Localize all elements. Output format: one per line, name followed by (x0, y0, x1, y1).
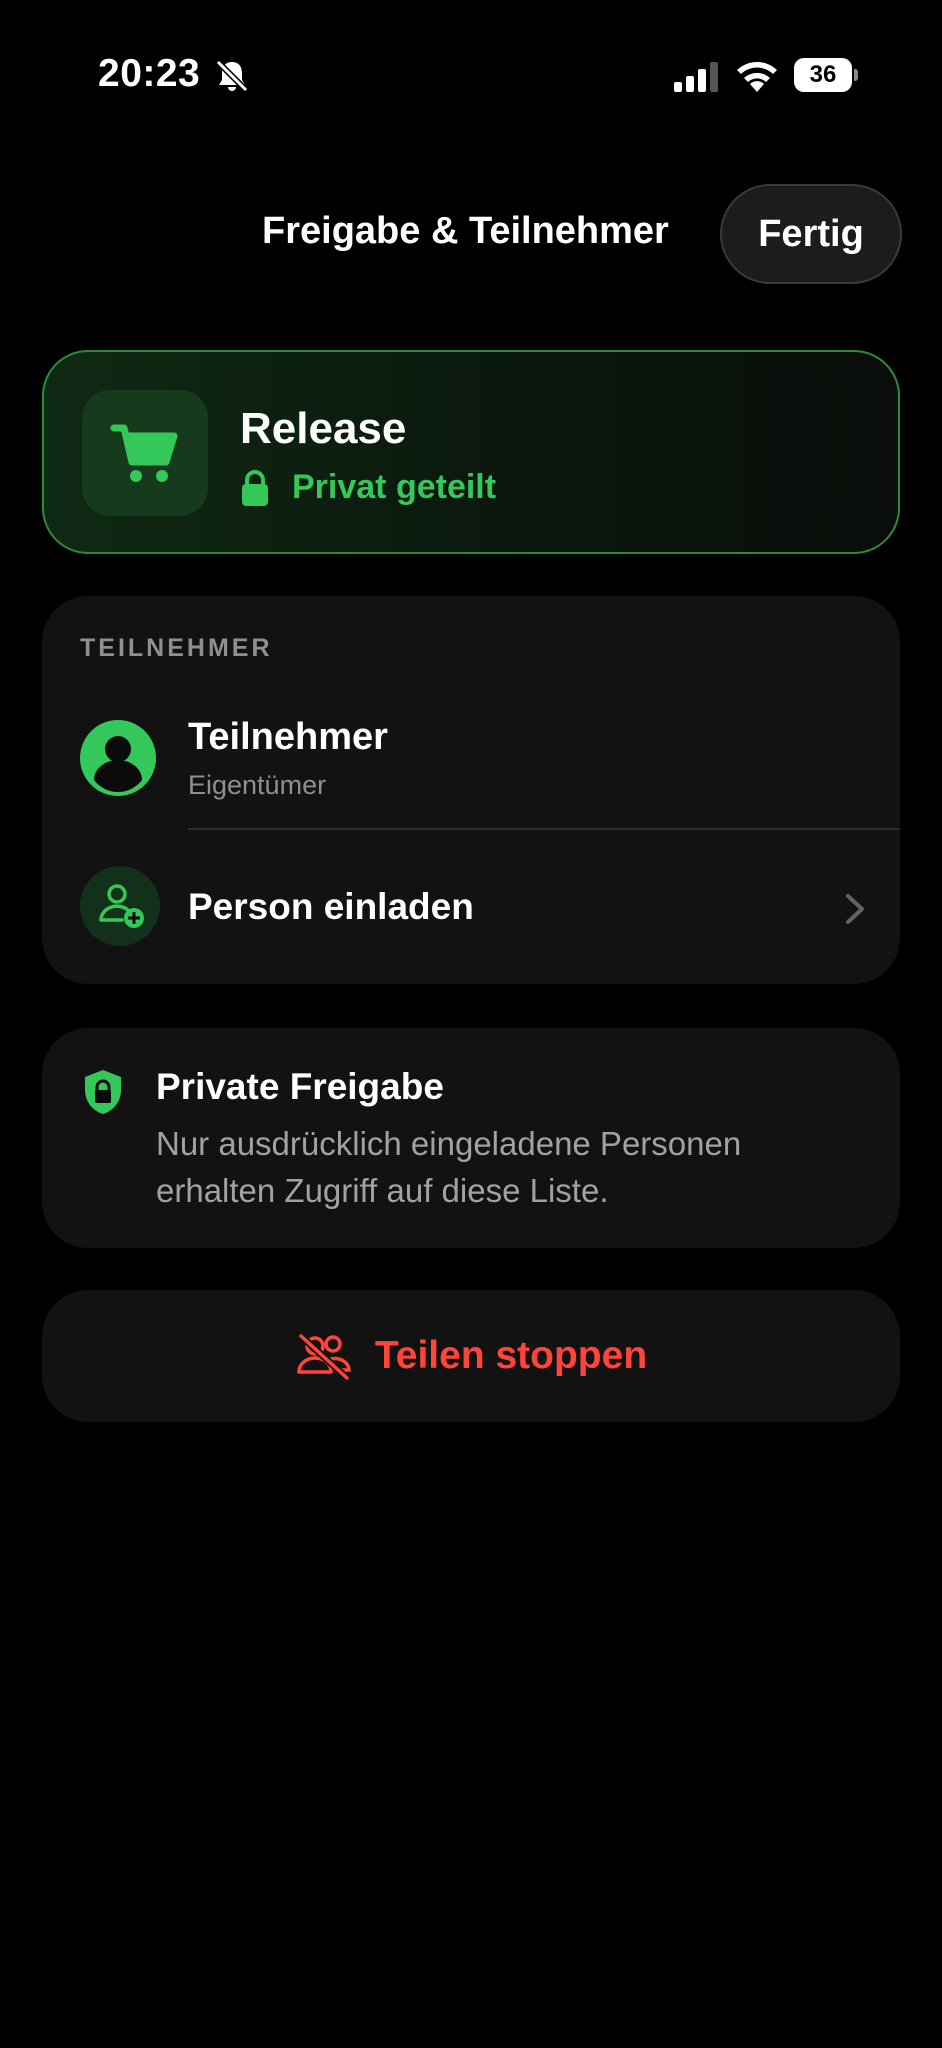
person-add-icon (99, 884, 144, 928)
person-slash-icon (297, 1333, 351, 1380)
sharing-status: Privat geteilt (292, 468, 497, 506)
battery-indicator: 36 (794, 58, 858, 94)
participant-role: Eigentümer (188, 770, 327, 800)
person-circle-icon (80, 720, 156, 796)
stop-sharing-button[interactable]: Teilen stoppen (42, 1290, 900, 1422)
invite-icon-tile (80, 866, 160, 946)
lock-icon (242, 470, 268, 506)
list-icon-tile (82, 390, 208, 516)
privacy-description: Nur ausdrücklich eingeladene Personen er… (156, 1125, 742, 1209)
page-title: Freigabe & Teilnehmer (262, 210, 669, 252)
participant-name: Teilnehmer (188, 716, 388, 758)
done-button[interactable]: Fertig (720, 184, 902, 284)
section-header-participants: TEILNEHMER (80, 634, 273, 662)
bell-slash-icon (215, 59, 249, 93)
shopping-cart-icon (110, 424, 178, 482)
privacy-info-card: Private Freigabe Nur ausdrücklich eingel… (42, 1028, 900, 1248)
stop-sharing-label: Teilen stoppen (374, 1334, 648, 1377)
chevron-right-icon (846, 894, 864, 924)
battery-tip (854, 69, 858, 81)
list-summary-card: Release Privat geteilt (42, 350, 900, 554)
row-divider (188, 828, 900, 830)
participants-card: TEILNEHMER Teilnehmer Eigentümer Person … (42, 596, 900, 984)
cellular-signal-icon (674, 62, 718, 92)
shield-lock-icon (85, 1070, 121, 1114)
status-time: 20:23 (98, 52, 201, 95)
battery-level: 36 (794, 58, 852, 92)
list-name: Release (240, 404, 407, 453)
privacy-title: Private Freigabe (156, 1066, 444, 1107)
wifi-icon (737, 62, 777, 92)
invite-person-label: Person einladen (188, 886, 474, 927)
